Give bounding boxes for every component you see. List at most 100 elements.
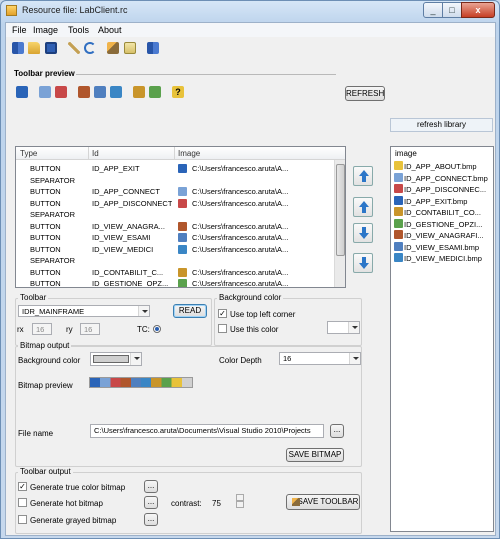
row-image-path: C:\Users\francesco.aruta\A... — [192, 233, 289, 242]
menu-tools[interactable]: Tools — [68, 25, 89, 35]
image-library-list[interactable]: image ID_APP_ABOUT.bmp ID_APP_CONNECT.bmp… — [390, 146, 494, 532]
table-row[interactable]: SEPARATOR — [16, 209, 336, 221]
refresh-button[interactable]: REFRESH — [345, 86, 385, 101]
open-folder-icon[interactable] — [28, 42, 40, 54]
contrast-down-button[interactable] — [236, 501, 244, 508]
save-icon[interactable] — [45, 42, 57, 54]
bitmap-icon — [394, 207, 403, 216]
column-separator[interactable] — [88, 147, 89, 160]
chevron-down-icon[interactable] — [349, 353, 360, 364]
table-row[interactable]: BUTTON ID_APP_CONNECT C:\Users\francesco.a… — [16, 186, 336, 198]
minimize-button[interactable]: _ — [423, 2, 443, 18]
separator — [76, 74, 336, 75]
column-id[interactable]: Id — [92, 149, 99, 158]
bitmap-bg-color-picker[interactable] — [90, 352, 142, 366]
save-bitmap-button[interactable]: SAVE BITMAP — [286, 448, 344, 462]
row-type: BUTTON — [30, 164, 61, 173]
table-row[interactable]: BUTTON ID_VIEW_ANAGRA... C:\Users\francesc… — [16, 221, 336, 233]
toolbar-output-title: Toolbar output — [18, 467, 73, 476]
column-separator[interactable] — [174, 147, 175, 160]
table-row[interactable]: BUTTON ID_CONTABILIT_C... C:\Users\frances… — [16, 267, 336, 279]
rx-field[interactable]: 16 — [32, 323, 52, 335]
hot-bitmap-checkbox[interactable] — [18, 498, 27, 507]
toolbar-items-list[interactable]: Type Id Image BUTTON ID_APP_EXIT C:\Users\… — [15, 146, 346, 288]
ry-field[interactable]: 16 — [80, 323, 100, 335]
pencil-icon[interactable] — [68, 42, 80, 54]
library-item[interactable]: ID_APP_ABOUT.bmp — [394, 161, 493, 172]
chevron-down-icon[interactable] — [138, 306, 149, 316]
refresh-library-button[interactable]: refresh library — [390, 118, 493, 132]
scroll-thumb[interactable] — [336, 164, 345, 256]
true-color-browse-button[interactable]: ... — [144, 480, 158, 493]
table-row[interactable]: BUTTON ID_GESTIONE_OPZ... C:\Users\frances… — [16, 278, 336, 287]
use-top-left-checkbox[interactable]: ✓ — [218, 309, 227, 318]
table-row[interactable]: SEPARATOR — [16, 175, 336, 187]
read-button[interactable]: READ — [173, 304, 207, 318]
title-bar[interactable]: Resource file: LabClient.rc _ □ x — [1, 1, 499, 21]
table-row[interactable]: SEPARATOR — [16, 255, 336, 267]
chevron-down-icon[interactable] — [130, 353, 141, 365]
row-image-icon — [178, 221, 187, 231]
move-top-button[interactable] — [353, 166, 373, 186]
library-item[interactable]: ID_VIEW_MEDICI.bmp — [394, 253, 493, 264]
browse-file-button[interactable]: ... — [330, 424, 344, 438]
library-item[interactable]: ID_VIEW_ANAGRAFI... — [394, 230, 493, 241]
row-type: BUTTON — [30, 233, 61, 242]
file-name-label: File name — [18, 429, 54, 438]
table-row[interactable]: BUTTON ID_VIEW_ESAMI C:\Users\francesco.ar… — [16, 232, 336, 244]
column-image[interactable]: Image — [178, 149, 200, 158]
contrast-up-button[interactable] — [236, 494, 244, 501]
row-type: BUTTON — [30, 187, 61, 196]
background-color-picker[interactable] — [327, 321, 360, 334]
file-name-field[interactable]: C:\Users\francesco.aruta\Documents\Visua… — [90, 424, 324, 438]
move-up-button[interactable] — [353, 197, 373, 217]
menu-file[interactable]: File — [12, 25, 27, 35]
use-this-color-checkbox[interactable] — [218, 324, 227, 333]
accounting-icon — [133, 86, 145, 98]
library-item[interactable]: ID_APP_EXIT.bmp — [394, 195, 493, 207]
grayed-bitmap-browse-button[interactable]: ... — [144, 513, 158, 526]
true-color-checkbox[interactable]: ✓ — [18, 482, 27, 491]
check-icon: ✓ — [19, 482, 26, 491]
library-header: image — [395, 149, 417, 158]
library-item[interactable]: ID_VIEW_ESAMI.bmp — [394, 241, 493, 253]
library-item-label: ID_VIEW_ANAGRAFI... — [404, 231, 484, 240]
library-item[interactable]: ID_APP_DISCONNEC... — [394, 184, 493, 195]
color-depth-combo[interactable]: 16 — [279, 352, 361, 365]
refresh-icon[interactable] — [84, 42, 96, 54]
tc-radio[interactable] — [153, 325, 161, 333]
chevron-down-icon[interactable] — [348, 322, 359, 333]
color-depth-value: 16 — [283, 354, 292, 363]
options-icon — [149, 86, 161, 98]
move-down-button[interactable] — [353, 223, 373, 243]
save-toolbar-label: SAVE TOOLBAR — [297, 497, 359, 506]
list-scrollbar[interactable] — [334, 160, 345, 287]
library-item[interactable]: ID_GESTIONE_OPZI... — [394, 218, 493, 230]
table-row[interactable]: BUTTON ID_APP_DISCONNECT C:\Users\francesc… — [16, 198, 336, 210]
arrow-down-icon — [359, 233, 369, 239]
book-icon[interactable] — [12, 42, 24, 54]
move-bottom-button[interactable] — [353, 253, 373, 273]
library-item[interactable]: ID_APP_CONNECT.bmp — [394, 172, 493, 184]
book-icon[interactable] — [147, 42, 159, 54]
table-row[interactable]: BUTTON ID_VIEW_MEDICI C:\Users\francesco.a… — [16, 244, 336, 256]
column-type[interactable]: Type — [20, 149, 37, 158]
bitmap-bg-label: Background color — [18, 356, 81, 365]
grayed-bitmap-checkbox[interactable] — [18, 515, 27, 524]
maximize-button[interactable]: □ — [442, 2, 462, 18]
menu-image[interactable]: Image — [33, 25, 58, 35]
close-button[interactable]: x — [461, 2, 495, 18]
row-type: BUTTON — [30, 267, 61, 277]
edit-icon[interactable] — [124, 42, 136, 54]
hot-bitmap-browse-button[interactable]: ... — [144, 496, 158, 509]
library-item-label: ID_APP_ABOUT.bmp — [404, 162, 477, 171]
menu-about[interactable]: About — [98, 25, 122, 35]
row-id: ID_VIEW_ESAMI — [92, 233, 151, 242]
library-item[interactable]: ID_CONTABILIT_CO... — [394, 207, 493, 218]
row-image-path: C:\Users\francesco.aruta\A... — [192, 187, 289, 196]
hammer-icon[interactable] — [107, 42, 119, 54]
save-toolbar-button[interactable]: SAVE TOOLBAR — [286, 494, 360, 510]
toolbar-id-combo[interactable]: IDR_MAINFRAME — [18, 305, 150, 317]
toolbar-group-title: Toolbar — [18, 293, 49, 302]
table-row[interactable]: BUTTON ID_APP_EXIT C:\Users\francesco.arut… — [16, 163, 336, 175]
